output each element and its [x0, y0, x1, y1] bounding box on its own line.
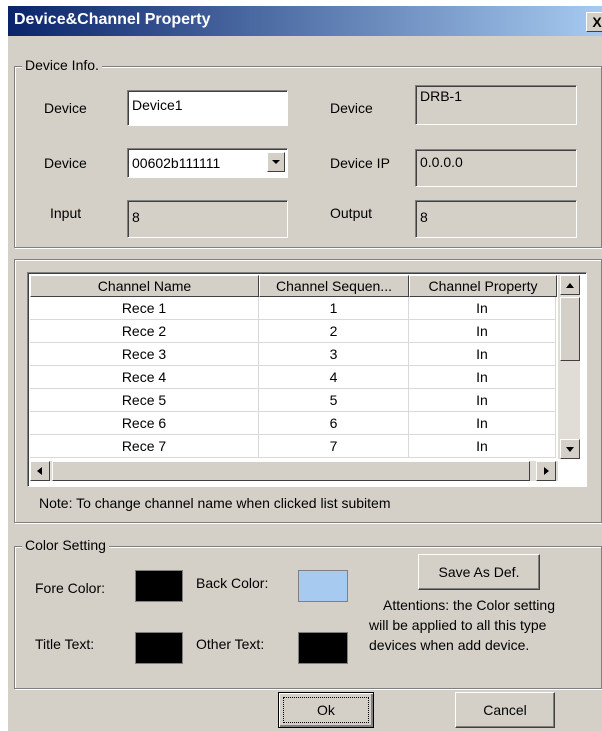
channel-name-cell[interactable]: Rece 6 — [30, 412, 259, 434]
channel-sequence-cell[interactable]: 2 — [259, 320, 409, 342]
channel-list[interactable]: Channel Name Channel Sequen... Channel P… — [27, 272, 587, 487]
channel-name-cell[interactable]: Rece 5 — [30, 389, 259, 411]
scroll-right-icon[interactable] — [536, 461, 556, 481]
channel-sequence-cell[interactable]: 4 — [259, 366, 409, 388]
save-as-default-button[interactable]: Save As Def. — [418, 554, 540, 590]
scroll-thumb[interactable] — [560, 297, 580, 361]
attention-line-3: devices when add device. — [369, 637, 530, 653]
scroll-up-icon[interactable] — [560, 275, 580, 295]
table-row[interactable]: Rece 2 2 In — [30, 320, 556, 343]
title-text-label: Title Text: — [35, 636, 95, 652]
channel-name-cell[interactable]: Rece 1 — [30, 297, 259, 319]
channel-sequence-cell[interactable]: 5 — [259, 389, 409, 411]
device-type-field: DRB-1 — [415, 85, 577, 125]
table-row[interactable]: Rece 5 5 In — [30, 389, 556, 412]
cancel-label: Cancel — [483, 702, 527, 718]
channel-name-cell[interactable]: Rece 3 — [30, 343, 259, 365]
other-text-label: Other Text: — [196, 636, 265, 652]
channel-property-cell[interactable]: In — [409, 297, 556, 319]
horizontal-scrollbar[interactable] — [30, 461, 558, 481]
table-row[interactable]: Rece 4 4 In — [30, 366, 556, 389]
device-name-input[interactable]: Device1 — [127, 90, 288, 126]
close-icon[interactable]: X — [586, 12, 602, 32]
other-text-color-swatch[interactable] — [298, 632, 348, 664]
table-row[interactable]: Rece 3 3 In — [30, 343, 556, 366]
output-label: Output — [330, 205, 373, 221]
column-header-channel-sequence[interactable]: Channel Sequen... — [259, 275, 409, 297]
input-count-field: 8 — [127, 200, 288, 238]
back-color-swatch[interactable] — [298, 570, 348, 602]
focus-rect — [283, 697, 369, 723]
chevron-down-icon[interactable] — [267, 152, 285, 172]
cancel-button[interactable]: Cancel — [455, 692, 555, 728]
channel-property-cell[interactable]: In — [409, 320, 556, 342]
device-ip-label: Device IP — [330, 155, 390, 171]
table-row[interactable]: Rece 7 7 In — [30, 435, 556, 458]
device-id-value: 00602b111111 — [132, 155, 221, 171]
save-as-default-label: Save As Def. — [438, 564, 520, 580]
title-bar[interactable]: Device&Channel Property — [8, 6, 602, 36]
scroll-left-icon[interactable] — [30, 461, 50, 481]
channel-property-cell[interactable]: In — [409, 435, 556, 457]
channel-property-cell[interactable]: In — [409, 389, 556, 411]
output-count-field: 8 — [415, 200, 577, 238]
channel-sequence-cell[interactable]: 1 — [259, 297, 409, 319]
device-id-label: Device — [44, 155, 87, 171]
scroll-down-icon[interactable] — [560, 439, 580, 459]
channel-property-cell[interactable]: In — [409, 366, 556, 388]
channel-sequence-cell[interactable]: 6 — [259, 412, 409, 434]
fore-color-label: Fore Color: — [35, 580, 106, 596]
channel-note: Note: To change channel name when clicke… — [39, 495, 391, 511]
column-header-channel-name[interactable]: Channel Name — [30, 275, 259, 297]
device-channel-property-dialog: Device&Channel Property X Device Info. D… — [8, 6, 602, 731]
channel-name-cell[interactable]: Rece 2 — [30, 320, 259, 342]
channel-name-cell[interactable]: Rece 4 — [30, 366, 259, 388]
channel-sequence-cell[interactable]: 3 — [259, 343, 409, 365]
color-setting-legend: Color Setting — [22, 537, 109, 553]
title-text-color-swatch[interactable] — [135, 632, 183, 664]
attention-line-2: will be applied to all this type — [369, 617, 547, 633]
channel-sequence-cell[interactable]: 7 — [259, 435, 409, 457]
column-header-channel-property[interactable]: Channel Property — [409, 275, 557, 297]
table-row[interactable]: Rece 1 1 In — [30, 297, 556, 320]
device-type-label: Device — [330, 100, 373, 116]
table-row[interactable]: Rece 6 6 In — [30, 412, 556, 435]
back-color-label: Back Color: — [196, 575, 269, 591]
device-id-select[interactable]: 00602b111111 — [127, 148, 288, 178]
vertical-scrollbar[interactable] — [558, 275, 580, 459]
channel-name-cell[interactable]: Rece 7 — [30, 435, 259, 457]
channel-property-cell[interactable]: In — [409, 412, 556, 434]
ok-button[interactable]: Ok — [278, 692, 374, 728]
channel-property-cell[interactable]: In — [409, 343, 556, 365]
device-ip-field: 0.0.0.0 — [415, 149, 577, 187]
device-info-legend: Device Info. — [22, 57, 102, 73]
fore-color-swatch[interactable] — [135, 570, 183, 602]
input-label: Input — [50, 205, 82, 221]
attention-line-1: Attentions: the Color setting — [383, 597, 555, 613]
hscroll-thumb[interactable] — [52, 461, 530, 481]
window-title: Device&Channel Property — [14, 11, 211, 28]
device-name-label: Device — [44, 100, 87, 116]
